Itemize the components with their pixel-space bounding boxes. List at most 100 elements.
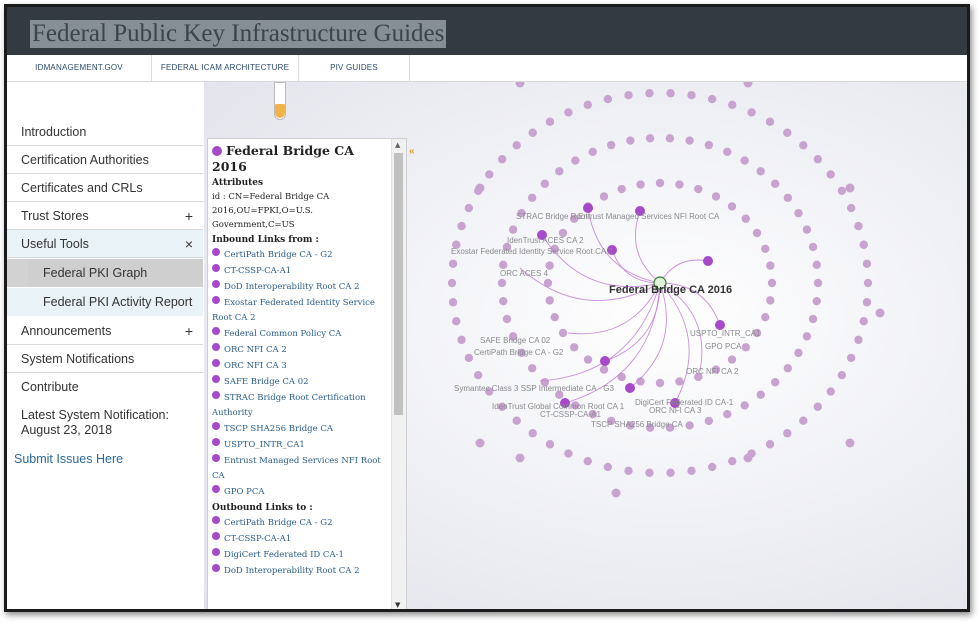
graph-node[interactable] (603, 94, 613, 104)
graph-node-label[interactable]: IdenTrust ACES CA 2 (507, 236, 584, 245)
graph-node[interactable] (694, 184, 703, 194)
topnav-piv-guides[interactable]: PIV GUIDES (299, 55, 410, 81)
outbound-link-label[interactable]: DigiCert Federated ID CA-1 (224, 550, 344, 560)
graph-node[interactable] (794, 208, 803, 218)
latest-notification[interactable]: Latest System Notification: August 23, 2… (21, 408, 201, 438)
sidebar-item-trust-stores[interactable]: Trust Stores + (7, 202, 203, 230)
graph-node[interactable] (740, 401, 749, 410)
graph-node[interactable] (617, 184, 626, 194)
graph-node[interactable] (862, 259, 872, 268)
graph-node[interactable] (497, 278, 507, 288)
inbound-link-label[interactable]: GPO PCA (224, 487, 265, 497)
graph-node[interactable] (599, 192, 609, 201)
graph-node[interactable] (704, 140, 714, 150)
graph-node[interactable] (666, 89, 675, 98)
graph-node[interactable] (783, 193, 793, 202)
graph-node-label[interactable]: ORC ACES 4 (500, 269, 548, 278)
graph-node[interactable] (859, 240, 868, 249)
graph-node[interactable] (812, 296, 821, 306)
graph-node[interactable] (728, 456, 737, 466)
graph-node[interactable] (687, 466, 696, 476)
inbound-link-label[interactable]: CertiPath Bridge CA - G2 (224, 250, 333, 260)
graph-node[interactable] (765, 440, 775, 449)
sidebar-item-system-notifications[interactable]: System Notifications (7, 345, 203, 373)
inbound-link-label[interactable]: STRAC Bridge Root Certification Authorit… (212, 393, 366, 418)
graph-node[interactable] (687, 90, 696, 100)
inbound-link-label[interactable]: TSCP SHA256 Bridge CA (224, 424, 333, 434)
graph-node[interactable] (447, 278, 457, 288)
graph-node[interactable] (770, 179, 780, 188)
graph-node[interactable] (808, 314, 818, 324)
graph-node[interactable] (666, 468, 675, 477)
node-details-panel[interactable]: Federal Bridge CA 2016 Attributes id : C… (207, 138, 407, 609)
graph-node[interactable] (747, 108, 756, 117)
graph-node[interactable] (564, 108, 573, 117)
inbound-link[interactable]: Exostar Federated Identity Service Root … (212, 296, 390, 326)
sidebar-item-introduction[interactable]: Introduction (7, 118, 203, 146)
graph-node[interactable] (624, 90, 633, 100)
graph-node-linked[interactable] (625, 383, 635, 393)
graph-node[interactable] (457, 221, 466, 231)
graph-node[interactable] (603, 462, 613, 472)
graph-node[interactable] (766, 296, 775, 305)
inbound-link[interactable]: DoD Interoperability Root CA 2 (212, 280, 390, 295)
graph-node[interactable] (765, 117, 775, 126)
graph-node[interactable] (711, 192, 721, 201)
sidebar-subitem-federal-pki-graph[interactable]: Federal PKI Graph (7, 259, 203, 287)
graph-node[interactable] (645, 468, 654, 477)
graph-node[interactable] (527, 193, 537, 202)
sidebar-item-certification-authorities[interactable]: Certification Authorities (7, 146, 203, 174)
inbound-link[interactable]: TSCP SHA256 Bridge CA (212, 422, 390, 437)
graph-node[interactable] (802, 225, 812, 234)
outbound-link[interactable]: DoD Interoperability Root CA 2 (212, 564, 390, 579)
inbound-link[interactable]: CertiPath Bridge CA - G2 (212, 248, 390, 263)
graph-node[interactable] (767, 278, 777, 288)
graph-node[interactable] (645, 89, 654, 98)
expand-icon[interactable]: + (185, 202, 193, 230)
graph-node[interactable] (875, 308, 885, 318)
graph-node[interactable] (741, 214, 750, 223)
zoom-slider-handle[interactable] (275, 104, 285, 118)
graph-node[interactable] (783, 364, 793, 373)
graph-node[interactable] (545, 117, 555, 126)
collapse-icon[interactable]: × (185, 230, 193, 258)
graph-node[interactable] (655, 378, 665, 388)
graph-node-label[interactable]: CT-CSSP-CA-A1 (540, 410, 601, 419)
graph-node[interactable] (859, 317, 868, 326)
graph-node-linked[interactable] (703, 256, 713, 266)
graph-node[interactable] (770, 378, 780, 387)
graph-node[interactable] (741, 343, 750, 352)
graph-node[interactable] (512, 141, 521, 150)
graph-node[interactable] (540, 179, 550, 188)
graph-node[interactable] (723, 147, 732, 157)
graph-node[interactable] (571, 156, 580, 165)
zoom-slider[interactable] (274, 82, 286, 124)
graph-node[interactable] (564, 449, 573, 458)
graph-node[interactable] (558, 328, 568, 338)
inbound-link[interactable]: SAFE Bridge CA 02 (212, 375, 390, 390)
inbound-link-label[interactable]: CT-CSSP-CA-A1 (224, 266, 291, 276)
graph-node[interactable] (655, 178, 665, 188)
sidebar-subitem-activity-report[interactable]: Federal PKI Activity Report (7, 288, 203, 316)
graph-node[interactable] (570, 343, 579, 352)
graph-node[interactable] (665, 134, 675, 143)
graph-node-label[interactable]: Exostar Federated Identity Service Root … (451, 247, 612, 256)
graph-node[interactable] (502, 314, 512, 324)
graph-node[interactable] (826, 387, 835, 396)
graph-center-label[interactable]: Federal Bridge CA 2016 (609, 284, 732, 296)
graph-node[interactable] (583, 456, 592, 466)
graph-node[interactable] (799, 416, 808, 425)
graph-node[interactable] (606, 140, 616, 150)
inbound-link[interactable]: STRAC Bridge Root Certification Authorit… (212, 391, 390, 421)
graph-node[interactable] (743, 82, 753, 88)
graph-node[interactable] (545, 440, 555, 449)
graph-node[interactable] (675, 180, 684, 189)
graph-node[interactable] (675, 377, 684, 386)
graph-node-label[interactable]: GPO PCA (705, 342, 741, 351)
graph-node-label[interactable]: TSCP SHA256 Bridge CA (591, 420, 683, 429)
graph-node[interactable] (515, 453, 525, 463)
graph-node[interactable] (743, 453, 753, 463)
graph-node-label[interactable]: ORC NFI CA 3 (649, 406, 701, 415)
graph-node[interactable] (826, 170, 835, 179)
scroll-down-icon[interactable]: ▼ (395, 601, 400, 609)
